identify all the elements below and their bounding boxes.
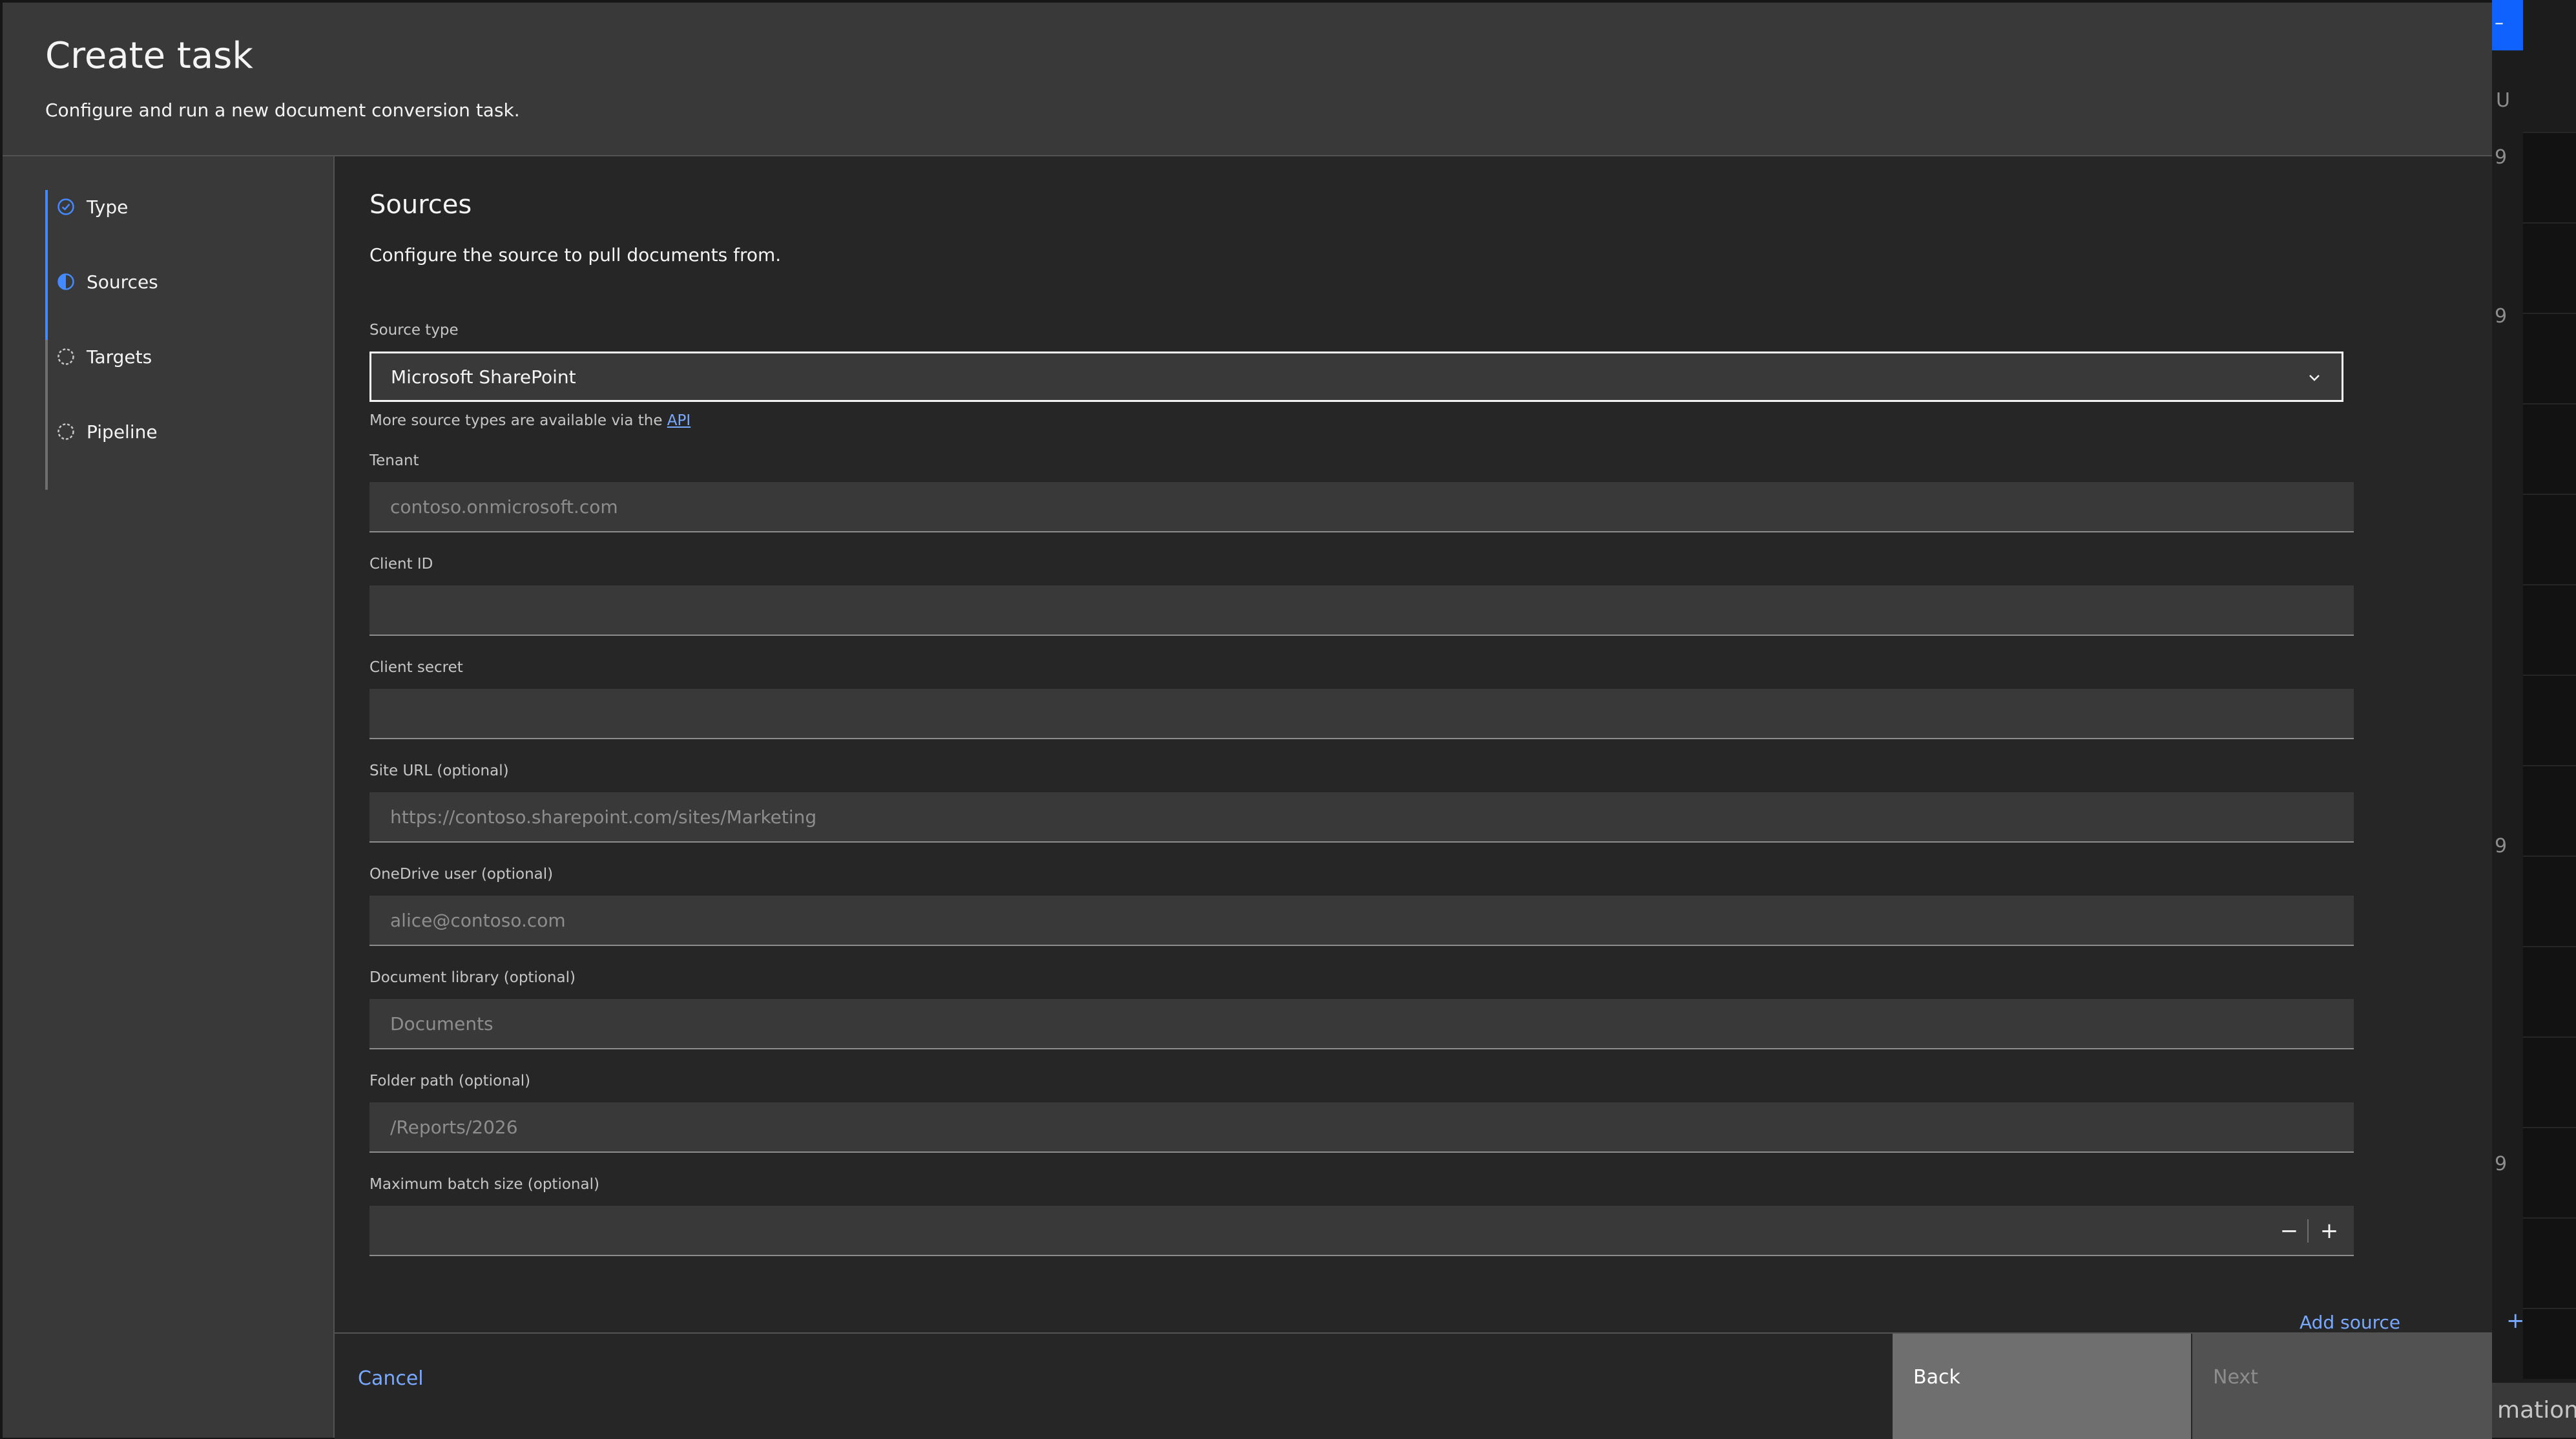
max-batch-size-label: Maximum batch size (optional) xyxy=(369,1176,599,1193)
checkmark-circle-icon xyxy=(57,198,74,215)
modal-title: Create task xyxy=(45,35,253,77)
next-button-label: Next xyxy=(2213,1366,2258,1389)
folder-path-label: Folder path (optional) xyxy=(369,1073,531,1089)
create-task-modal: Create task Configure and run a new docu… xyxy=(3,3,2525,1439)
client-secret-input[interactable] xyxy=(369,689,2354,739)
client-id-input[interactable] xyxy=(369,585,2354,636)
dashed-circle-icon xyxy=(57,423,74,440)
increment-button[interactable]: + xyxy=(2310,1212,2349,1250)
progress-step-targets[interactable]: Targets xyxy=(45,340,329,415)
progress-step-bar xyxy=(45,415,48,490)
background-button-glyph: – xyxy=(2495,12,2504,33)
client-secret-label: Client secret xyxy=(369,659,463,676)
background-table-area xyxy=(2523,132,2576,1379)
progress-step-pipeline[interactable]: Pipeline xyxy=(45,415,329,490)
site-url-label: Site URL (optional) xyxy=(369,762,509,779)
stepper-divider xyxy=(2307,1219,2309,1243)
progress-panel: Type Sources Targets Pipeline xyxy=(3,156,335,1438)
section-description: Configure the source to pull documents f… xyxy=(369,244,782,266)
source-type-label: Source type xyxy=(369,322,459,339)
cancel-button[interactable]: Cancel xyxy=(358,1367,424,1390)
modal-footer: Cancel Back Next xyxy=(335,1332,2492,1439)
tenant-label: Tenant xyxy=(369,452,419,469)
site-url-input[interactable] xyxy=(369,792,2354,843)
progress-step-label: Pipeline xyxy=(87,421,158,443)
progress-step-label: Type xyxy=(87,196,129,218)
progress-indicator: Type Sources Targets Pipeline xyxy=(45,190,329,490)
section-title: Sources xyxy=(369,190,472,220)
progress-step-label: Targets xyxy=(87,346,152,368)
tenant-input[interactable] xyxy=(369,482,2354,532)
chevron-down-icon xyxy=(2309,375,2320,381)
folder-path-input[interactable] xyxy=(369,1102,2354,1153)
source-type-dropdown[interactable]: Microsoft SharePoint xyxy=(369,352,2343,402)
background-row-value: 9 xyxy=(2495,835,2508,857)
back-button[interactable]: Back xyxy=(1893,1334,2191,1439)
background-column-header: U xyxy=(2496,89,2510,112)
progress-step-bar xyxy=(45,190,48,265)
sources-form: Sources Configure the source to pull doc… xyxy=(335,156,2525,1334)
back-button-label: Back xyxy=(1913,1366,1960,1389)
modal-subtitle: Configure and run a new document convers… xyxy=(45,100,520,121)
source-type-helper: More source types are available via the … xyxy=(369,412,691,429)
source-type-helper-text: More source types are available via the xyxy=(369,412,667,429)
modal-header: Create task Configure and run a new docu… xyxy=(3,3,2492,156)
max-batch-size-input[interactable] xyxy=(369,1206,2354,1256)
progress-step-bar xyxy=(45,340,48,415)
source-type-value: Microsoft SharePoint xyxy=(391,366,576,388)
add-source-button[interactable]: Add source xyxy=(2300,1312,2400,1333)
progress-step-bar xyxy=(45,265,48,340)
background-row-value: 9 xyxy=(2495,1153,2508,1175)
next-button[interactable]: Next xyxy=(2192,1334,2492,1439)
progress-step-type[interactable]: Type xyxy=(45,190,329,265)
document-library-input[interactable] xyxy=(369,999,2354,1049)
client-id-label: Client ID xyxy=(369,556,433,572)
half-filled-circle-icon xyxy=(57,273,74,290)
onedrive-user-label: OneDrive user (optional) xyxy=(369,866,554,883)
onedrive-user-input[interactable] xyxy=(369,896,2354,946)
background-row-value: 9 xyxy=(2495,305,2508,328)
dashed-circle-icon xyxy=(57,348,74,365)
background-row-value: 9 xyxy=(2495,146,2508,169)
api-link[interactable]: API xyxy=(667,412,691,429)
add-icon: + xyxy=(2506,1308,2525,1334)
decrement-button[interactable]: − xyxy=(2270,1212,2309,1250)
progress-step-sources[interactable]: Sources xyxy=(45,265,329,340)
progress-step-label: Sources xyxy=(87,271,158,293)
document-library-label: Document library (optional) xyxy=(369,969,576,986)
background-bottom-button: mation xyxy=(2492,1383,2576,1438)
